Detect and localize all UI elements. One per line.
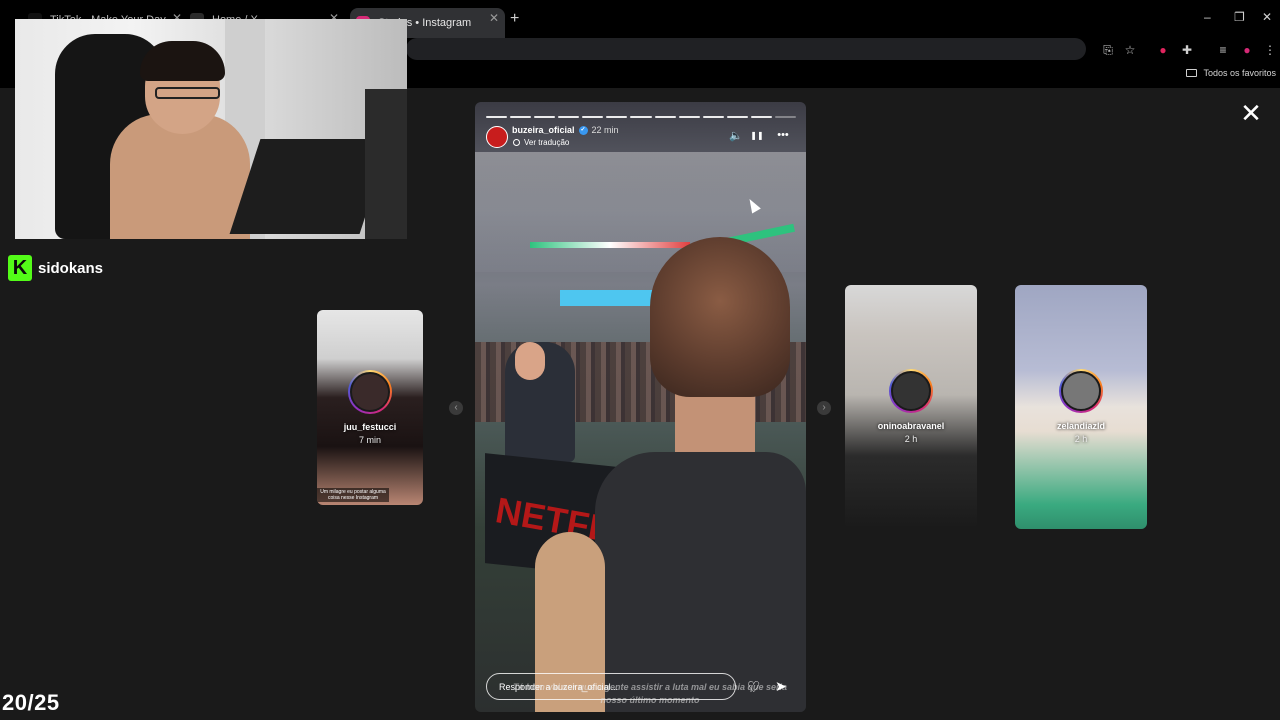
install-app-icon[interactable]: ⎘ <box>1100 42 1116 58</box>
folder-label: Todos os favoritos <box>1203 68 1276 78</box>
avatar <box>1059 369 1103 413</box>
kick-logo-icon: K <box>8 255 32 281</box>
close-stories-button[interactable]: ✕ <box>1240 100 1262 126</box>
story-time: 7 min <box>358 435 381 445</box>
story-username: zelandiazld <box>1056 421 1105 431</box>
webcam-overlay <box>15 19 407 239</box>
like-heart-icon[interactable]: ♡ <box>747 678 760 696</box>
verified-badge-icon: ✓ <box>578 125 588 135</box>
story-time: 2 h <box>1074 434 1088 444</box>
previous-story-button[interactable]: ‹ <box>449 401 463 415</box>
more-options-button[interactable]: ••• <box>775 129 791 141</box>
progress-segment <box>750 116 772 118</box>
minimize-button[interactable]: – <box>1204 10 1211 24</box>
menu-kebab-icon[interactable]: ⋮ <box>1262 42 1278 58</box>
story-time: 2 h <box>904 434 918 444</box>
person-head <box>650 237 790 397</box>
channel-name: sidokans <box>38 259 104 277</box>
staff-woman-head <box>515 342 545 380</box>
progress-segment <box>582 116 604 118</box>
active-story[interactable]: NETFLIX <box>475 102 806 712</box>
extensions-puzzle-icon[interactable]: ✚ <box>1179 42 1195 58</box>
progress-segment <box>534 116 556 118</box>
folder-icon <box>1186 69 1198 77</box>
progress-segment <box>486 116 508 118</box>
progress-segment <box>654 116 676 118</box>
progress-segment <box>606 116 628 118</box>
story-card-zelandiazld[interactable]: zelandiazld 2 h <box>1015 285 1147 529</box>
story-author[interactable]: buzeira_oficial ✓ 22 min <box>512 125 619 135</box>
progress-segment <box>558 116 580 118</box>
extension-icon[interactable]: ● <box>1155 42 1171 58</box>
webcam-person-hair <box>140 41 225 81</box>
progress-segment <box>726 116 748 118</box>
mute-button[interactable]: 🔈 <box>729 129 743 142</box>
see-translation-label: Ver tradução <box>524 138 570 147</box>
progress-segment <box>678 116 700 118</box>
bookmark-star-icon[interactable]: ☆ <box>1122 42 1138 58</box>
story-time: 22 min <box>591 125 619 135</box>
webcam-person-glasses <box>155 87 220 99</box>
new-tab-button[interactable]: + <box>510 10 519 28</box>
webcam-monitor <box>365 89 407 239</box>
address-bar[interactable] <box>406 38 1086 60</box>
progress-segment <box>630 116 652 118</box>
arena-led-band <box>530 242 690 248</box>
pause-button[interactable]: ❚❚ <box>750 131 764 140</box>
avatar <box>889 369 933 413</box>
story-username: buzeira_oficial <box>512 125 575 135</box>
story-progress-bar <box>486 116 797 118</box>
story-caption: Um milagre eu postar alguma coisa nesse … <box>317 488 389 502</box>
stream-channel-badge: K sidokans <box>8 255 103 281</box>
globe-icon <box>513 139 520 146</box>
story-username: juu_festucci <box>343 422 397 432</box>
close-tab-icon[interactable]: ✕ <box>489 11 499 25</box>
stream-counter: 20/25 <box>2 690 60 715</box>
profile-avatar-icon[interactable]: ● <box>1239 42 1255 58</box>
close-window-button[interactable]: ✕ <box>1262 10 1272 24</box>
story-card-oninoabravanel[interactable]: oninoabravanel 2 h <box>845 285 977 529</box>
all-bookmarks-folder[interactable]: Todos os favoritos <box>1186 68 1276 78</box>
progress-segment <box>774 116 797 118</box>
progress-segment <box>510 116 532 118</box>
next-story-button[interactable]: › <box>817 401 831 415</box>
see-translation-link[interactable]: Ver tradução <box>513 138 569 147</box>
story-author-avatar[interactable] <box>486 126 508 148</box>
progress-segment <box>702 116 724 118</box>
screen: TikTok - Make Your Day ✕ Home / X ✕ Stor… <box>0 0 1280 720</box>
avatar <box>348 370 392 414</box>
restore-button[interactable]: ❐ <box>1234 10 1245 24</box>
story-username: oninoabravanel <box>877 421 945 431</box>
media-control-icon[interactable]: ≡ <box>1215 42 1231 58</box>
story-card-juu-festucci[interactable]: juu_festucci 7 min Um milagre eu postar … <box>317 310 423 505</box>
send-icon[interactable]: ➤ <box>775 678 787 695</box>
